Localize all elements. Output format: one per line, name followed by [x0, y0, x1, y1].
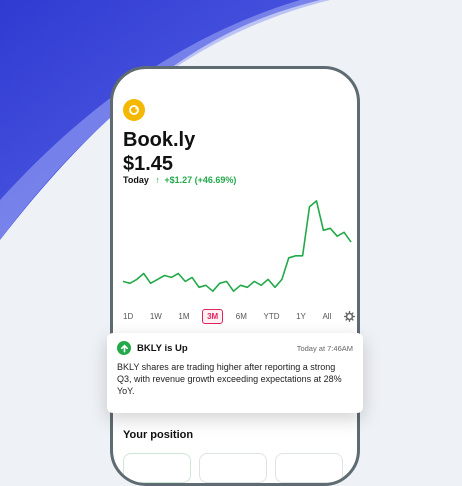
position-card[interactable]: [123, 453, 191, 483]
today-change-row: Today ↑ +$1.27 (+46.69%): [123, 175, 236, 185]
phone-frame: Book.ly $1.45 Today ↑ +$1.27 (+46.69%) 1…: [110, 66, 360, 486]
range-1d[interactable]: 1D: [119, 310, 137, 323]
today-change: +$1.27 (+46.69%): [164, 175, 237, 185]
booklyn-logo-icon: [123, 99, 145, 121]
notification-card[interactable]: BKLY is Up Today at 7:46AM BKLY shares a…: [107, 333, 363, 413]
gear-icon[interactable]: [343, 310, 355, 322]
stock-price: $1.45: [123, 153, 174, 175]
range-1m[interactable]: 1M: [174, 310, 193, 323]
range-ytd[interactable]: YTD: [260, 310, 284, 323]
range-3m[interactable]: 3M: [202, 308, 224, 324]
range-1y[interactable]: 1Y: [292, 310, 310, 323]
position-card[interactable]: [199, 453, 267, 483]
position-card[interactable]: [275, 453, 343, 483]
arrow-up-circle-icon: [117, 341, 131, 355]
arrow-up-icon: ↑: [155, 175, 160, 185]
range-6m[interactable]: 6M: [232, 310, 251, 323]
range-1w[interactable]: 1W: [146, 310, 166, 323]
stock-name: Book.ly: [123, 129, 196, 151]
range-selector: 1D 1W 1M 3M 6M YTD 1Y All: [119, 307, 355, 325]
range-all[interactable]: All: [318, 310, 335, 323]
today-label: Today: [123, 175, 149, 185]
price-chart[interactable]: [117, 187, 357, 307]
notification-title: BKLY is Up: [137, 342, 188, 354]
notification-body: BKLY shares are trading higher after rep…: [117, 362, 342, 396]
position-title: Your position: [123, 429, 194, 441]
notification-time: Today at 7:46AM: [296, 343, 353, 353]
price-line: [122, 200, 352, 292]
